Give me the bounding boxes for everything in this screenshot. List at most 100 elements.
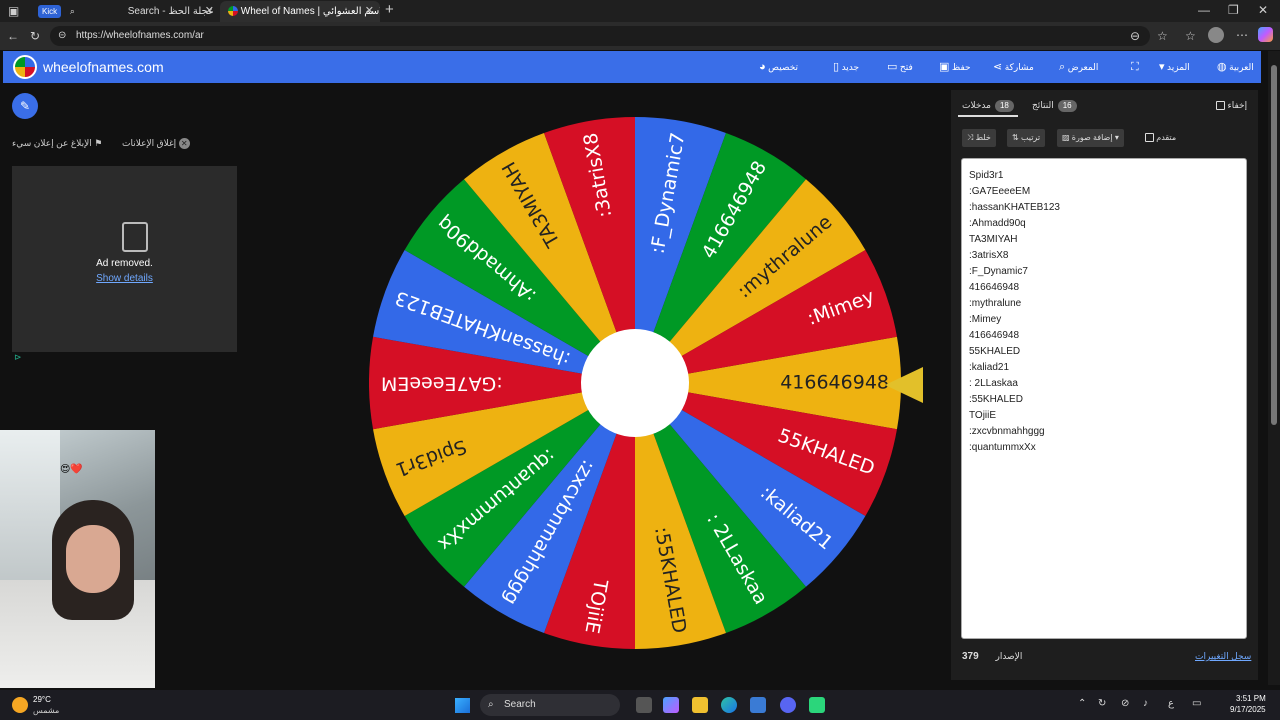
entry-line[interactable]: :quantummxXx [969,440,1239,456]
brand-name[interactable]: wheelofnames.com [43,59,164,75]
wheel-logo-icon[interactable] [13,55,37,79]
entry-line[interactable]: TOjiiE [969,408,1239,424]
changelog-link[interactable]: سجل التغييرات [1195,651,1251,662]
entry-line[interactable]: :GA7EeeeEM [969,184,1239,200]
entry-line[interactable]: :hassanKHATEB123 [969,200,1239,216]
customize-button[interactable]: ◕ تخصيص [755,60,798,74]
entry-line[interactable]: 416646948 [969,328,1239,344]
address-bar-row: ← ↻ ⊝ https://wheelofnames.com/ar ⊖ ☆ ☆ … [0,22,1280,50]
entry-line[interactable]: Spid3r1 [969,168,1239,184]
shuffle-button[interactable]: ⤨ خلط [962,129,996,147]
hide-label: إخفاء [1227,100,1248,110]
file-explorer-icon[interactable] [692,697,708,713]
gallery-button[interactable]: ⌕ المعرض [1055,60,1098,74]
hide-checkbox[interactable]: إخفاء [1216,100,1247,111]
refresh-icon[interactable]: ↻ [30,29,40,43]
entry-line[interactable]: :zxcvbnmahhggg [969,424,1239,440]
taskbar-search-label: Search [504,699,536,710]
entry-line[interactable]: :Ahmadd90q [969,216,1239,232]
wheel[interactable]: 416646948 55KHALED:kaliad21: 2LLaskaa:55K… [369,117,901,649]
task-view-icon[interactable] [636,697,652,713]
more-button[interactable]: ▾ المزيد [1155,60,1190,74]
tab-search[interactable]: Kick ⌕ Search - عجلة الحظ ✕ [30,1,220,22]
close-icon[interactable]: ✕ [205,1,214,22]
entry-line[interactable]: 416646948 [969,280,1239,296]
copilot-taskbar-icon[interactable] [663,697,679,713]
report-ad-label: الإبلاغ عن إعلان سيء [12,138,92,148]
edge-icon[interactable] [721,697,737,713]
wheel-center-hub[interactable] [581,329,689,437]
close-ads-link[interactable]: إغلاق الإعلانات ✕ [122,138,190,149]
tab-results[interactable]: النتائج 16 [1032,100,1077,112]
mute-icon[interactable]: ⊘ [1121,698,1129,709]
tab-entries[interactable]: مدخلات 18 [962,100,1014,112]
restore-icon[interactable]: ❐ [1228,3,1239,17]
ad-removed-icon [122,222,148,252]
show-details-link[interactable]: Show details [12,273,237,284]
profile-avatar-icon[interactable] [1208,27,1224,43]
chevron-up-icon[interactable]: ⌃ [1078,698,1086,709]
ad-removed-text: Ad removed. [96,258,153,269]
entry-line[interactable]: :kaliad21 [969,360,1239,376]
entry-line[interactable]: :55KHALED [969,392,1239,408]
sync-icon[interactable]: ↻ [1098,698,1106,709]
save-button[interactable]: ▣ حفظ [935,60,971,74]
more-menu-icon[interactable]: ⋯ [1236,28,1248,42]
temperature[interactable]: 29°C [33,695,51,704]
windows-start-icon[interactable] [455,698,470,713]
sort-button[interactable]: ⇅ ترتيب [1007,129,1046,147]
customize-label: تخصيص [768,62,799,72]
back-icon[interactable]: ← [7,29,19,43]
shuffle-label: خلط [975,133,991,142]
taskbar-search[interactable]: ⌕ Search [480,694,620,716]
tab-wheel-of-names[interactable]: Wheel of Names | الاسم العشوائي ✕ [220,1,380,22]
tab-label: Search - عجلة الحظ [127,6,214,17]
advanced-checkbox[interactable]: متقدم [1140,129,1181,147]
discord-icon[interactable] [780,697,796,713]
entry-line[interactable]: TA3MIYAH [969,232,1239,248]
store-icon[interactable] [750,697,766,713]
language-button[interactable]: ◍ العربية [1213,60,1254,74]
new-button[interactable]: ▯ جديد [829,60,859,74]
entry-line[interactable]: :3atrisX8 [969,248,1239,264]
sidebar-toggle-icon[interactable]: ▣ [8,4,19,18]
fullscreen-button[interactable]: ⛶ [1127,60,1139,74]
weather-sun-icon[interactable] [12,697,28,713]
input-language[interactable]: ع [1168,698,1174,709]
app-icon[interactable] [809,697,825,713]
add-image-button[interactable]: ▨ إضافة صورة ▾ [1057,129,1124,147]
entry-line[interactable]: :F_Dynamic7 [969,264,1239,280]
gallery-label: المعرض [1067,62,1099,72]
entry-line[interactable]: 55KHALED [969,344,1239,360]
page-scrollbar[interactable] [1268,51,1280,685]
face [66,525,120,593]
report-ad-link[interactable]: الإبلاغ عن إعلان سيء ⚑ [12,138,102,149]
entry-line[interactable]: :mythralune [969,296,1239,312]
copilot-icon[interactable] [1258,27,1273,42]
microphone-icon[interactable]: ♪ [1143,698,1148,709]
favorite-star-icon[interactable]: ☆ [1157,29,1168,43]
entry-line[interactable]: :Mimey [969,312,1239,328]
collections-icon[interactable]: ☆ [1185,29,1196,43]
checkbox-icon [1145,133,1154,143]
close-icon[interactable]: ✕ [365,1,374,22]
scrollbar-thumb[interactable] [1271,65,1277,425]
url-field[interactable]: ⊝ https://wheelofnames.com/ar [50,26,1150,46]
entries-textarea[interactable]: Spid3r1:GA7EeeeEM:hassanKHATEB123:Ahmadd… [961,158,1247,639]
clock-time[interactable]: 3:51 PM [1236,694,1266,703]
close-window-icon[interactable]: ✕ [1258,3,1268,17]
reader-icon[interactable]: ⊖ [1130,29,1140,43]
entry-line[interactable]: : 2LLaskaa [969,376,1239,392]
adchoices-icon[interactable]: ⊳ [14,352,22,363]
edit-pencil-button[interactable]: ✎ [12,93,38,119]
share-button[interactable]: ⋖ مشاركة [989,60,1034,74]
chevron-down-icon: ▾ [1114,133,1119,142]
minimize-icon[interactable]: — [1198,3,1210,17]
entries-tab-label: مدخلات [962,100,991,110]
wheel-favicon-icon [228,6,238,17]
clock-date[interactable]: 9/17/2025 [1230,705,1266,714]
network-icon[interactable]: ▭ [1192,698,1201,709]
plus-icon[interactable]: + [385,2,394,17]
save-icon: ▣ [939,61,950,73]
open-button[interactable]: ▭ فتح [883,60,913,74]
